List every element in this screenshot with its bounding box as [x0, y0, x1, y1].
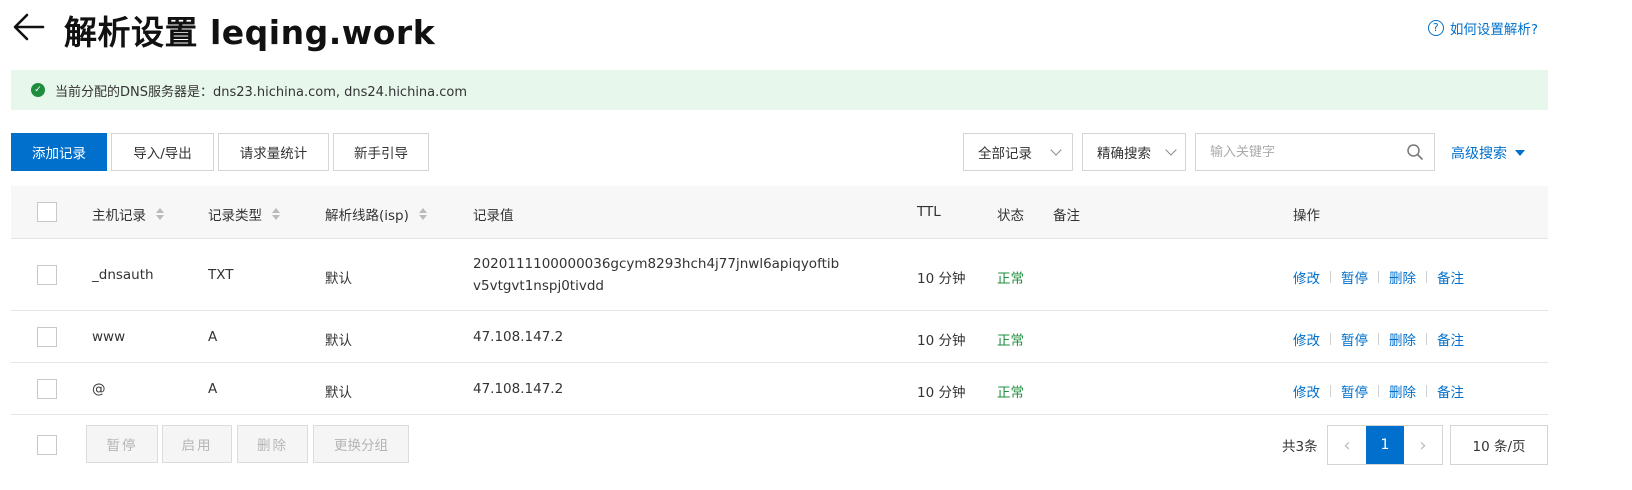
divider [1426, 385, 1427, 397]
pause-link[interactable]: 暂停 [1341, 381, 1368, 401]
chevron-down-icon [1165, 143, 1177, 156]
delete-link[interactable]: 删除 [1389, 381, 1416, 401]
type-cell: TXT [208, 267, 234, 283]
column-remark: 备注 [1053, 208, 1080, 224]
status-cell: 正常 [997, 271, 1024, 287]
table-row: www A 默认 47.108.147.2 10 分钟 正常 修改 暂停 删除 … [11, 311, 1548, 363]
line-cell: 默认 [325, 271, 352, 287]
page-size-select[interactable]: 10 条/页 [1450, 425, 1548, 465]
record-filter-select[interactable]: 全部记录 [963, 133, 1073, 171]
batch-enable-button[interactable]: 启用 [162, 425, 232, 463]
footer-select-all-checkbox[interactable] [37, 435, 57, 455]
pagination: ‹ 1 › [1327, 425, 1443, 465]
page-1-button[interactable]: 1 [1366, 426, 1404, 464]
line-cell: 默认 [325, 385, 352, 401]
row-checkbox[interactable] [37, 265, 57, 285]
row-checkbox[interactable] [37, 379, 57, 399]
column-actions: 操作 [1293, 208, 1320, 224]
edit-link[interactable]: 修改 [1293, 329, 1320, 349]
column-type[interactable]: 记录类型 [208, 204, 280, 224]
divider [1378, 333, 1379, 345]
host-cell: _dnsauth [92, 267, 154, 283]
divider [1378, 385, 1379, 397]
table-row: @ A 默认 47.108.147.2 10 分钟 正常 修改 暂停 删除 备注 [11, 363, 1548, 415]
sort-icon [156, 208, 164, 220]
row-actions: 修改 暂停 删除 备注 [1293, 329, 1464, 349]
row-checkbox[interactable] [37, 327, 57, 347]
ttl-cell: 10 分钟 [917, 271, 966, 287]
column-value: 记录值 [473, 208, 514, 224]
page-title: 解析设置 leqing.work [64, 13, 436, 52]
status-cell: 正常 [997, 333, 1024, 349]
row-actions: 修改 暂停 删除 备注 [1293, 381, 1464, 401]
column-type-label: 记录类型 [208, 208, 262, 224]
divider [1330, 385, 1331, 397]
table-header: 主机记录 记录类型 解析线路(isp) 记录值 TTL 状态 备注 操作 [11, 186, 1548, 239]
keyword-search-input[interactable] [1210, 144, 1406, 160]
divider [1426, 333, 1427, 345]
back-arrow-icon[interactable] [12, 10, 46, 44]
line-cell: 默认 [325, 333, 352, 349]
caret-down-icon [1515, 150, 1525, 156]
batch-delete-button[interactable]: 删除 [237, 425, 308, 463]
import-export-button[interactable]: 导入/导出 [111, 133, 214, 171]
pause-link[interactable]: 暂停 [1341, 267, 1368, 287]
search-icon[interactable] [1406, 143, 1424, 161]
remark-link[interactable]: 备注 [1437, 329, 1464, 349]
column-host-label: 主机记录 [92, 208, 146, 224]
batch-pause-button[interactable]: 暂停 [86, 425, 158, 463]
delete-link[interactable]: 删除 [1389, 329, 1416, 349]
pause-link[interactable]: 暂停 [1341, 329, 1368, 349]
type-cell: A [208, 381, 218, 397]
question-circle-icon: ? [1427, 20, 1444, 36]
next-page-button[interactable]: › [1404, 426, 1442, 464]
guide-button[interactable]: 新手引导 [333, 133, 429, 171]
chevron-down-icon [1050, 143, 1062, 156]
host-cell: @ [92, 381, 106, 397]
type-cell: A [208, 329, 218, 345]
batch-change-group-button[interactable]: 更换分组 [313, 425, 409, 463]
total-count: 共3条 [1282, 439, 1318, 455]
column-status: 状态 [997, 208, 1024, 224]
add-record-button[interactable]: 添加记录 [11, 133, 107, 171]
column-host[interactable]: 主机记录 [92, 204, 164, 224]
remark-link[interactable]: 备注 [1437, 381, 1464, 401]
help-link[interactable]: ? 如何设置解析? [1427, 18, 1538, 38]
divider [1378, 271, 1379, 283]
table-row: _dnsauth TXT 默认 2020111100000036gcym8293… [11, 239, 1548, 311]
divider [1330, 271, 1331, 283]
dns-server-banner: ✓ 当前分配的DNS服务器是：dns23.hichina.com, dns24.… [11, 70, 1548, 110]
value-cell: 2020111100000036gcym8293hch4j77jnwl6apiq… [473, 256, 840, 294]
advanced-search-toggle[interactable]: 高级搜索 [1451, 143, 1525, 163]
ttl-cell: 10 分钟 [917, 385, 966, 401]
sort-icon [418, 208, 427, 220]
host-cell: www [92, 329, 126, 345]
divider [1426, 271, 1427, 283]
sort-icon [272, 208, 280, 220]
column-line[interactable]: 解析线路(isp) [325, 204, 427, 224]
remark-link[interactable]: 备注 [1437, 267, 1464, 287]
search-mode-value: 精确搜索 [1097, 146, 1151, 162]
status-cell: 正常 [997, 385, 1024, 401]
edit-link[interactable]: 修改 [1293, 267, 1320, 287]
delete-link[interactable]: 删除 [1389, 267, 1416, 287]
check-circle-icon: ✓ [31, 83, 45, 97]
prev-page-button[interactable]: ‹ [1328, 426, 1366, 464]
ttl-cell: 10 分钟 [917, 333, 966, 349]
column-ttl: TTL [917, 204, 941, 220]
search-box [1195, 133, 1435, 171]
divider [1330, 333, 1331, 345]
value-cell: 47.108.147.2 [473, 329, 564, 345]
row-actions: 修改 暂停 删除 备注 [1293, 267, 1464, 287]
edit-link[interactable]: 修改 [1293, 381, 1320, 401]
advanced-search-label: 高级搜索 [1451, 146, 1507, 162]
dns-server-text: 当前分配的DNS服务器是：dns23.hichina.com, dns24.hi… [55, 84, 468, 100]
select-all-checkbox[interactable] [37, 202, 57, 222]
request-stats-button[interactable]: 请求量统计 [218, 133, 329, 171]
column-line-label: 解析线路(isp) [325, 208, 409, 224]
record-filter-value: 全部记录 [978, 146, 1032, 162]
help-link-label: 如何设置解析? [1449, 22, 1538, 38]
search-mode-select[interactable]: 精确搜索 [1082, 133, 1186, 171]
value-cell: 47.108.147.2 [473, 381, 564, 397]
